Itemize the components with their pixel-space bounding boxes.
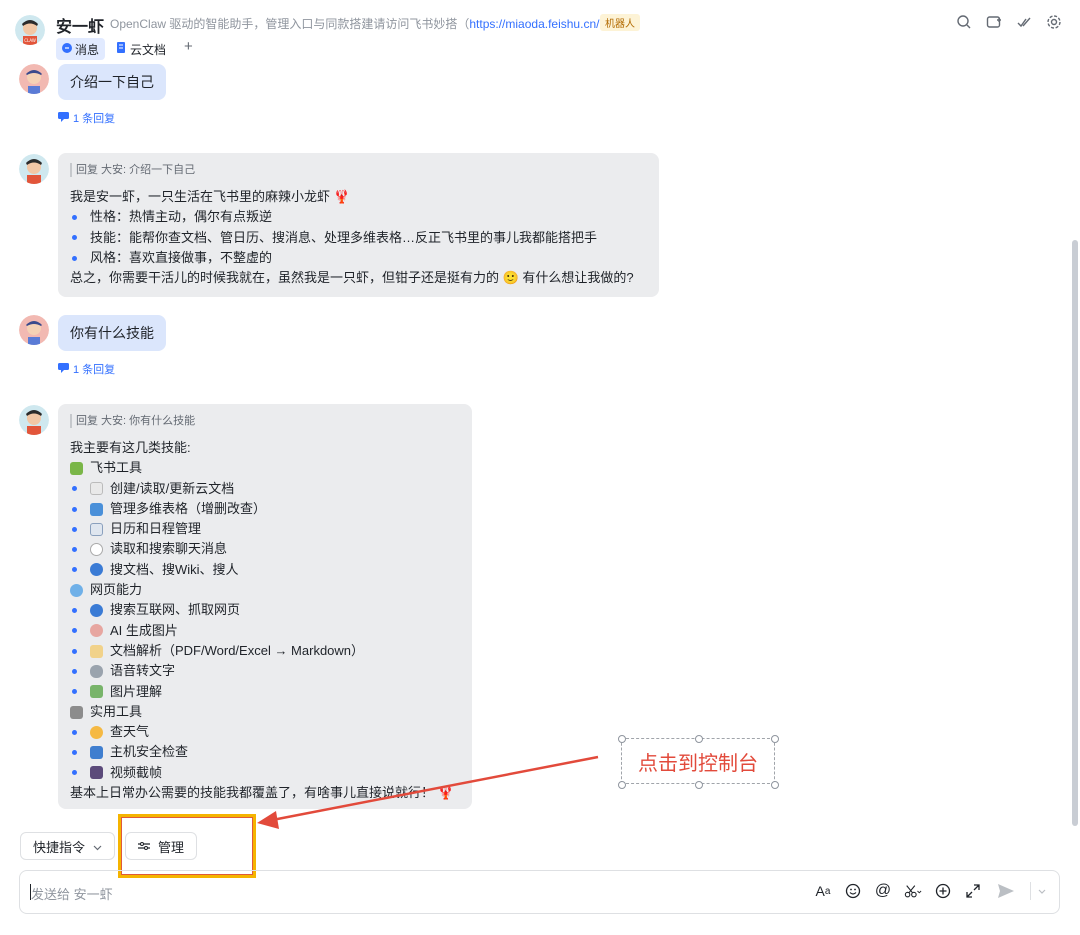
memo-icon xyxy=(90,644,103,658)
user-avatar[interactable] xyxy=(19,315,49,345)
text-format-icon[interactable]: Aa xyxy=(814,882,832,900)
bar-chart-icon xyxy=(90,502,103,516)
annotation-callout: 点击到控制台 xyxy=(621,738,775,784)
comment-icon xyxy=(58,362,69,376)
section-heading: 网页能力 xyxy=(70,580,460,600)
chat-header: CLAW 安一虾 OpenClaw 驱动的智能助手，管理入口与同款搭建请访问飞书… xyxy=(0,0,1080,64)
tools-icon xyxy=(70,705,83,719)
screenshot-icon[interactable] xyxy=(904,882,922,900)
list-item: 查天气 xyxy=(70,722,460,742)
text-caret xyxy=(30,884,31,900)
bot-reply[interactable]: 回复 大安: 你有什么技能 我主要有这几类技能: 飞书工具 创建/读取/更新云文… xyxy=(58,404,472,809)
list-item: 性格：热情主动，偶尔有点叛逆 xyxy=(70,207,647,227)
thread-replies-link[interactable]: 1 条回复 xyxy=(58,110,115,126)
list-item: 创建/读取/更新云文档 xyxy=(70,479,460,499)
chat-description: OpenClaw 驱动的智能助手，管理入口与同款搭建请访问飞书妙搭（https:… xyxy=(110,17,628,31)
list-item: 语音转文字 xyxy=(70,661,460,681)
selection-handle xyxy=(771,781,779,789)
list-item: 搜索互联网、抓取网页 xyxy=(70,600,460,620)
list-item: 日历和日程管理 xyxy=(70,519,460,539)
reply-intro: 我是安一虾，一只生活在飞书里的麻辣小龙虾 🦞 xyxy=(70,189,350,204)
bot-avatar[interactable]: CLAW xyxy=(15,15,45,45)
tasks-icon[interactable] xyxy=(1016,14,1032,30)
tab-messages[interactable]: 消息 xyxy=(56,38,106,60)
selection-handle xyxy=(695,781,703,789)
selection-handle xyxy=(771,735,779,743)
globe-icon xyxy=(70,583,83,597)
send-icon[interactable] xyxy=(994,882,1018,900)
comment-icon xyxy=(58,111,69,125)
palette-icon xyxy=(90,624,103,638)
books-icon xyxy=(70,461,83,475)
bot-badge: 机器人 xyxy=(600,14,640,31)
list-item: 风格：喜欢直接做事，不整虚的 xyxy=(70,248,647,268)
add-icon[interactable] xyxy=(934,882,952,900)
reply-quote: 回复 大安: 介绍一下自己 xyxy=(70,163,647,177)
add-tab-button[interactable]: + xyxy=(178,38,199,60)
scrollbar[interactable] xyxy=(1072,240,1078,826)
list-item: 技能：能帮你查文档、管日历、搜消息、处理多维表格…反正飞书里的事儿我都能搭把手 xyxy=(70,228,647,248)
microphone-icon xyxy=(90,664,103,678)
user-message[interactable]: 你有什么技能 xyxy=(58,315,166,351)
header-toolbar xyxy=(956,14,1062,30)
expand-icon[interactable] xyxy=(964,882,982,900)
doc-icon xyxy=(117,42,127,56)
search-icon[interactable] xyxy=(956,14,972,30)
reply-outro: 总之，你需要干活儿的时候我就在，虽然我是一只虾，但钳子还是挺有力的 🙂 有什么想… xyxy=(70,270,634,286)
section-heading: 实用工具 xyxy=(70,702,460,722)
message-list[interactable]: 介绍一下自己 1 条回复 回复 大安: 介绍一下自己 我是安一虾，一只生活在飞书… xyxy=(0,64,1080,824)
list-item: 视频截帧 xyxy=(70,763,460,783)
speech-bubble-icon xyxy=(90,543,103,557)
list-item: 图片理解 xyxy=(70,682,460,702)
chevron-down-icon xyxy=(93,839,102,854)
send-options-chevron-icon[interactable] xyxy=(1030,882,1047,900)
emoji-icon[interactable] xyxy=(844,882,862,900)
page-icon xyxy=(90,482,103,496)
list-item: 主机安全检查 xyxy=(70,742,460,762)
section-heading: 飞书工具 xyxy=(70,458,460,478)
selection-handle xyxy=(695,735,703,743)
calendar-icon xyxy=(90,522,103,536)
add-chat-icon[interactable] xyxy=(986,14,1002,30)
quick-commands-button[interactable]: 快捷指令 xyxy=(20,832,116,860)
input-toolbar: Aa @ xyxy=(814,882,1047,900)
highlight-box xyxy=(118,814,256,878)
svg-text:CLAW: CLAW xyxy=(24,38,36,43)
message-icon xyxy=(62,42,72,56)
computer-icon xyxy=(90,746,103,760)
picture-icon xyxy=(90,685,103,699)
tab-docs[interactable]: 云文档 xyxy=(111,38,172,60)
settings-icon[interactable] xyxy=(1046,14,1062,30)
list-item: AI 生成图片 xyxy=(70,621,460,641)
input-placeholder: 发送给 安一虾 xyxy=(31,887,113,902)
mention-icon[interactable]: @ xyxy=(874,882,892,900)
message-input[interactable]: 发送给 安一虾 Aa @ xyxy=(19,870,1060,914)
film-icon xyxy=(90,766,103,780)
user-avatar[interactable] xyxy=(19,64,49,94)
reply-quote: 回复 大安: 你有什么技能 xyxy=(70,414,460,428)
chat-tabs: 消息 云文档 + xyxy=(56,38,199,60)
bot-avatar[interactable] xyxy=(19,405,49,435)
list-item: 读取和搜索聊天消息 xyxy=(70,539,460,559)
chat-title: 安一虾 xyxy=(56,19,105,36)
list-item: 文档解析（PDF/Word/Excel → Markdown） xyxy=(70,641,460,661)
thread-replies-link[interactable]: 1 条回复 xyxy=(58,361,115,377)
bot-reply[interactable]: 回复 大安: 介绍一下自己 我是安一虾，一只生活在飞书里的麻辣小龙虾 🦞 性格：… xyxy=(58,153,659,297)
user-message[interactable]: 介绍一下自己 xyxy=(58,64,166,100)
list-item: 搜文档、搜Wiki、搜人 xyxy=(70,560,460,580)
selection-handle xyxy=(618,781,626,789)
bot-avatar[interactable] xyxy=(19,154,49,184)
miaoda-link[interactable]: https://miaoda.feishu.cn/bot xyxy=(469,17,616,31)
weather-icon xyxy=(90,725,103,739)
list-item: 管理多维表格（增删改查） xyxy=(70,499,460,519)
magnifier-icon xyxy=(90,563,103,577)
magnifier-icon xyxy=(90,604,103,618)
reply-intro: 我主要有这几类技能: xyxy=(70,440,191,455)
reply-outro: 基本上日常办公需要的技能我都覆盖了，有啥事儿直接说就行！ 🦞 xyxy=(70,785,454,801)
selection-handle xyxy=(618,735,626,743)
